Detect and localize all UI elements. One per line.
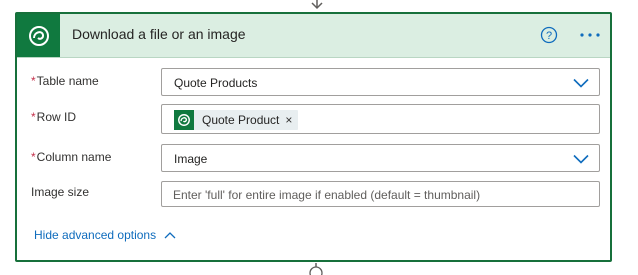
token-label: Quote Product: [202, 113, 280, 127]
row-id-label-text: Row ID: [36, 110, 77, 124]
help-circle-icon[interactable]: ?: [540, 26, 558, 44]
column-name-label-text: Column name: [36, 150, 112, 164]
dynamic-content-token[interactable]: Quote Product ×: [174, 110, 299, 130]
image-size-placeholder: Enter 'full' for entire image if enabled…: [173, 188, 481, 202]
image-size-input[interactable]: Enter 'full' for entire image if enabled…: [161, 181, 600, 207]
image-size-label: Image size: [31, 185, 90, 199]
required-marker: *: [31, 74, 36, 88]
column-name-row: *Column name Image: [17, 144, 610, 172]
chevron-down-icon[interactable]: [573, 154, 589, 164]
svg-text:?: ?: [546, 30, 552, 42]
column-name-dropdown[interactable]: Image: [161, 144, 600, 172]
flow-connector-circle-icon: [309, 263, 323, 275]
hide-advanced-options-link[interactable]: Hide advanced options: [34, 228, 176, 242]
column-name-value: Image: [174, 152, 208, 166]
table-name-value: Quote Products: [174, 76, 258, 90]
table-name-label: *Table name: [31, 74, 99, 88]
action-card-header[interactable]: Download a file or an image ?: [17, 14, 610, 58]
row-id-row: *Row ID Quote Product ×: [17, 104, 610, 134]
row-id-label: *Row ID: [31, 110, 76, 124]
table-name-label-text: Table name: [36, 74, 99, 88]
image-size-row: Image size Enter 'full' for entire image…: [17, 181, 610, 207]
required-marker: *: [31, 150, 36, 164]
action-card-title: Download a file or an image: [72, 26, 246, 42]
chevron-down-icon[interactable]: [573, 78, 589, 88]
column-name-label: *Column name: [31, 150, 111, 164]
flow-connector-arrow-icon: [311, 0, 323, 10]
more-horizontal-icon[interactable]: [577, 27, 603, 43]
token-remove-icon[interactable]: ×: [285, 113, 292, 127]
action-card[interactable]: Download a file or an image ? *Table nam…: [15, 12, 612, 262]
dataverse-icon: [17, 14, 60, 57]
required-marker: *: [31, 110, 36, 124]
chevron-up-icon: [164, 232, 176, 239]
dataverse-icon: [174, 110, 194, 130]
table-name-row: *Table name Quote Products: [17, 68, 610, 96]
table-name-dropdown[interactable]: Quote Products: [161, 68, 600, 96]
hide-advanced-options-label: Hide advanced options: [34, 228, 157, 242]
row-id-field[interactable]: Quote Product ×: [161, 104, 600, 134]
